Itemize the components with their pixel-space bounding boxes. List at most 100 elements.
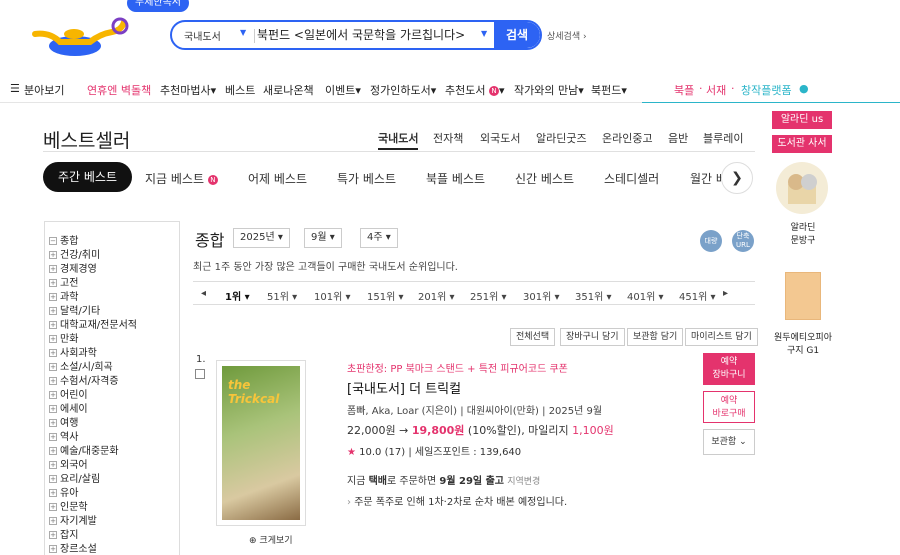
month-select[interactable]: 9월 ▾	[304, 228, 342, 248]
week-select[interactable]: 4주 ▾	[360, 228, 398, 248]
tab-new-best[interactable]: 신간 베스트	[515, 170, 574, 187]
sidebar-item[interactable]: + 인문학	[49, 498, 88, 513]
aladin-us-button[interactable]: 알라딘 us	[772, 111, 832, 129]
sidebar-item[interactable]: + 자기계발	[49, 512, 97, 527]
original-price: 22,000원	[347, 424, 396, 437]
stationery-cat-image[interactable]	[776, 162, 828, 214]
tab-sale-best[interactable]: 특가 베스트	[337, 170, 396, 187]
book-cover[interactable]: the Trickcal	[216, 360, 306, 526]
preorder-buy-button[interactable]: 예약 바로구매	[703, 391, 755, 423]
sidebar-item[interactable]: + 예술/대중문화	[49, 442, 119, 457]
sale-price: 19,800원	[411, 424, 465, 437]
add-to-cart-button[interactable]: 장바구니 담기	[560, 328, 625, 346]
rank-page[interactable]: 101위 ▾	[314, 288, 351, 303]
book-title[interactable]: [국내도서] 더 트릭컬	[347, 378, 461, 397]
tab-foreign[interactable]: 외국도서	[480, 130, 520, 146]
advanced-search-link[interactable]: 상세검색 ›	[547, 29, 587, 42]
tab-weekly-best[interactable]: 주간 베스트	[43, 162, 132, 192]
stationery-label[interactable]: 알라딘 문방구	[768, 220, 838, 246]
storage-button[interactable]: 보관함 ⌄	[703, 429, 755, 455]
sidebar-item[interactable]: + 요리/살림	[49, 470, 100, 485]
tab-goods[interactable]: 알라딘굿즈	[536, 130, 587, 146]
sidebar-item[interactable]: + 달력/기타	[49, 302, 100, 317]
add-to-mylist-button[interactable]: 마이리스트 담기	[685, 328, 758, 346]
shipping-info: 지금 택배로 주문하면 9월 29일 출고 지역변경	[347, 472, 540, 487]
rank-page[interactable]: 251위 ▾	[470, 288, 507, 303]
free-reading-badge[interactable]: 무제한독서	[127, 0, 189, 12]
search-category-select[interactable]: 국내도서	[184, 28, 221, 43]
sidebar-item[interactable]: + 에세이	[49, 400, 88, 415]
tab-yesterday-best[interactable]: 어제 베스트	[248, 170, 307, 187]
rank-page[interactable]: 201위 ▾	[418, 288, 455, 303]
nav-right-library[interactable]: 서재	[706, 82, 726, 98]
sidebar-item[interactable]: + 사회과학	[49, 344, 97, 359]
preorder-cart-button[interactable]: 예약 장바구니	[703, 353, 755, 385]
rank-page-1[interactable]: 1위 ▾	[225, 288, 250, 303]
nav-item-recommended[interactable]: 추천도서 N ▾	[445, 82, 505, 98]
sidebar-item[interactable]: + 소설/시/희곡	[49, 358, 113, 373]
sidebar-item[interactable]: + 만화	[49, 330, 78, 345]
search-button[interactable]: 검색	[494, 22, 540, 48]
tab-now-best[interactable]: 지금 베스트 N	[145, 170, 218, 187]
nav-item-price-down[interactable]: 정가인하도서▾	[370, 82, 436, 98]
nav-item-recommend-wizard[interactable]: 추천마법사▾	[160, 82, 216, 98]
coffee-product-image[interactable]	[785, 272, 821, 320]
rank-page[interactable]: 451위 ▾	[679, 288, 716, 303]
change-region-link[interactable]: 지역변경	[507, 477, 540, 487]
sidebar-item[interactable]: + 과학	[49, 288, 78, 303]
tab-steady[interactable]: 스테디셀러	[604, 170, 659, 187]
tab-used[interactable]: 온라인중고	[602, 130, 653, 146]
year-select[interactable]: 2025년 ▾	[233, 228, 290, 248]
tab-domestic[interactable]: 국내도서	[378, 130, 419, 150]
librarian-button[interactable]: 도서관 사서	[772, 135, 832, 153]
nav-right-platform[interactable]: 창작플랫폼	[741, 82, 792, 98]
sidebar-item[interactable]: + 외국어	[49, 456, 88, 471]
rank-page[interactable]: 301위 ▾	[523, 288, 560, 303]
review-count[interactable]: (17)	[385, 447, 406, 458]
zoom-link[interactable]: ⊕ 크게보기	[249, 533, 293, 546]
select-all-button[interactable]: 전체선택	[510, 328, 556, 346]
tab-music[interactable]: 음반	[668, 130, 688, 146]
caret-down-icon: ▾	[329, 232, 335, 243]
next-arrow-icon[interactable]: ▸	[723, 288, 728, 299]
tab-bluray[interactable]: 블루레이	[703, 130, 743, 146]
rank-page[interactable]: 51위 ▾	[267, 288, 297, 303]
rank-page[interactable]: 401위 ▾	[627, 288, 664, 303]
sidebar-item[interactable]: + 고전	[49, 274, 78, 289]
sidebar-item[interactable]: + 역사	[49, 428, 78, 443]
add-to-storage-button[interactable]: 보관함 담기	[627, 328, 684, 346]
sidebar-item[interactable]: + 대학교재/전문서적	[49, 316, 137, 331]
sidebar-item[interactable]: + 잡지	[49, 526, 78, 541]
sidebar-item[interactable]: + 수험서/자격증	[49, 372, 119, 387]
nav-item-bookfund[interactable]: 북펀드▾	[591, 82, 627, 98]
sidebar-item[interactable]: + 건강/취미	[49, 246, 100, 261]
aladin-lamp-logo[interactable]	[30, 12, 130, 62]
sidebar-item[interactable]: + 장르소설	[49, 540, 97, 555]
tab-ebook[interactable]: 전자책	[433, 130, 463, 146]
dropdown-arrow-icon[interactable]: ▼	[481, 29, 487, 38]
coffee-product-label[interactable]: 원두에티오피아 구지 G1	[768, 330, 838, 356]
promo-text[interactable]: 초판한정: PP 북마크 스탠드 + 특전 피규어코드 쿠폰	[347, 360, 568, 375]
sidebar-item-all[interactable]: − 종합	[49, 232, 78, 247]
menu-icon[interactable]: ☰	[10, 82, 20, 95]
tab-bookple-best[interactable]: 북플 베스트	[426, 170, 485, 187]
next-arrow-button[interactable]: ❯	[721, 162, 753, 194]
prev-arrow-icon[interactable]: ◂	[201, 288, 206, 299]
sidebar-item[interactable]: + 어린이	[49, 386, 88, 401]
rank-page[interactable]: 151위 ▾	[367, 288, 404, 303]
nav-item-holiday[interactable]: 연휴엔 벽돌책	[87, 82, 151, 98]
nav-item-author[interactable]: 작가와의 만남▾	[514, 82, 584, 98]
nav-item-new[interactable]: 새로나온책	[263, 82, 314, 98]
sidebar-item[interactable]: + 유아	[49, 484, 78, 499]
bulk-icon[interactable]: 대량	[700, 230, 722, 252]
nav-item-best[interactable]: 베스트	[225, 82, 255, 98]
nav-menu[interactable]: 분아보기	[24, 82, 64, 98]
rank-page[interactable]: 351위 ▾	[575, 288, 612, 303]
sidebar-item[interactable]: + 여행	[49, 414, 78, 429]
nav-right-bookple[interactable]: 북플	[674, 82, 694, 98]
sidebar-item[interactable]: + 경제경영	[49, 260, 97, 275]
select-checkbox[interactable]	[195, 369, 205, 379]
nav-item-event[interactable]: 이벤트▾	[325, 82, 361, 98]
search-input[interactable]	[257, 27, 487, 41]
short-url-icon[interactable]: 단축URL	[732, 230, 754, 252]
